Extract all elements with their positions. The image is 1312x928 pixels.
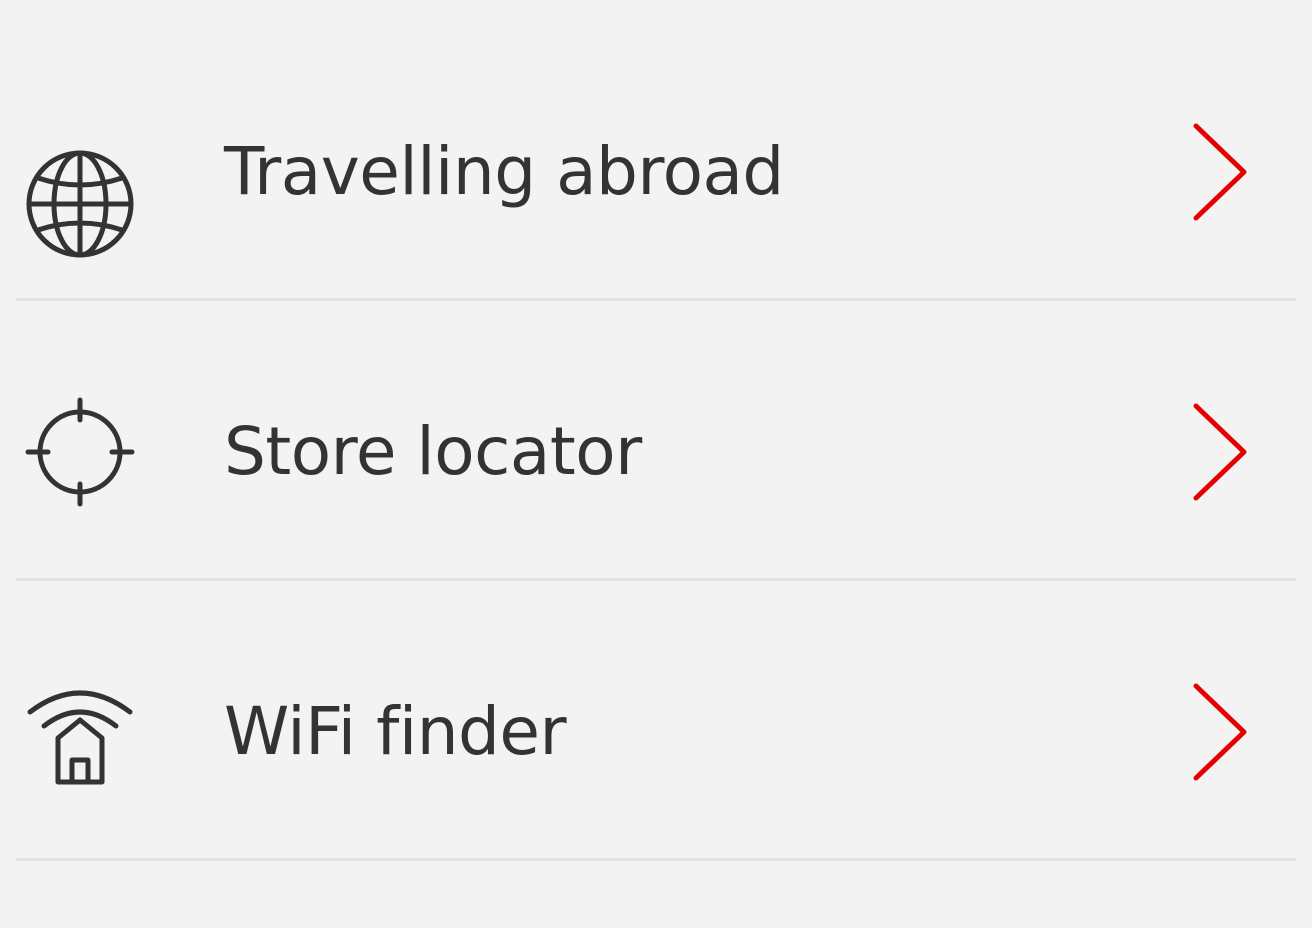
menu-item-label: Travelling abroad [224,133,784,210]
globe-icon [24,148,136,260]
divider [16,858,1296,861]
divider [16,578,1296,581]
menu-item-travelling-abroad[interactable]: Travelling abroad [0,32,1312,312]
wifi-home-icon [24,674,136,786]
chevron-right-icon [1186,400,1252,504]
menu-list: Travelling abroad Store locator WiFi fin… [0,0,1312,928]
crosshair-icon [24,396,136,508]
chevron-right-icon [1186,120,1252,224]
menu-item-wifi-finder[interactable]: WiFi finder [0,592,1312,872]
menu-item-label: WiFi finder [224,693,567,770]
menu-item-label: Store locator [224,413,642,490]
chevron-right-icon [1186,680,1252,784]
divider [16,298,1296,301]
menu-item-store-locator[interactable]: Store locator [0,312,1312,592]
